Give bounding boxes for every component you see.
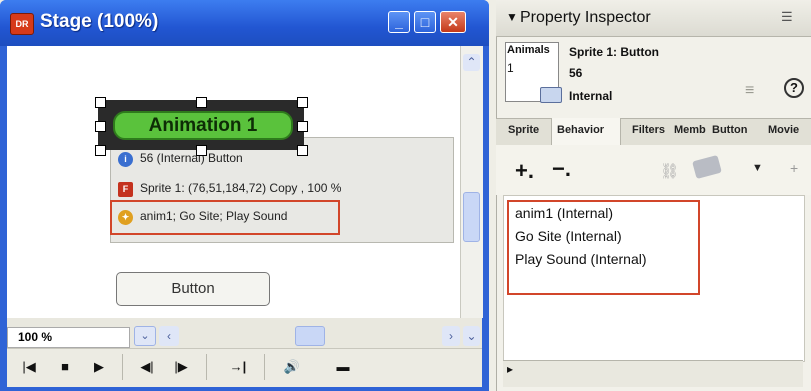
divider	[264, 354, 265, 380]
minimize-button[interactable]: _	[388, 11, 410, 33]
loop-button[interactable]: →|	[224, 356, 252, 378]
dtv-button[interactable]: ▬	[330, 356, 356, 378]
list-view-icon[interactable]: ≡	[745, 82, 754, 100]
resize-handle[interactable]	[95, 121, 106, 132]
play-button[interactable]: ▶	[88, 356, 110, 378]
resize-handle[interactable]	[196, 145, 207, 156]
divider	[122, 354, 123, 380]
inspector-footer	[503, 360, 803, 387]
add-behavior-button[interactable]: +.	[515, 158, 534, 184]
horizontal-scroll-thumb[interactable]	[295, 326, 325, 346]
tab-button[interactable]: Button	[712, 124, 747, 136]
behavior-dropdown-icon[interactable]: ▼	[752, 162, 763, 174]
animation-button[interactable]: Animation 1	[113, 111, 293, 140]
zoom-field[interactable]: 100 %	[7, 327, 130, 348]
expand-arrow-icon[interactable]: ▸	[507, 362, 513, 376]
stop-button[interactable]: ■	[54, 356, 76, 378]
info-icon: i	[118, 152, 133, 167]
volume-button[interactable]: 🔊	[280, 356, 304, 378]
options-menu-icon[interactable]: ☰	[781, 9, 793, 25]
resize-handle[interactable]	[297, 145, 308, 156]
button-sprite[interactable]: Button	[116, 272, 270, 306]
stage-window-title: Stage (100%)	[40, 11, 159, 32]
scroll-left-icon[interactable]: ‹	[159, 326, 179, 346]
list-item[interactable]: anim1 (Internal)	[515, 205, 613, 221]
remove-behavior-button[interactable]: −.	[552, 156, 571, 182]
behavior-toolbar	[496, 145, 811, 195]
step-forward-button[interactable]: |▶	[170, 356, 192, 378]
rewind-button[interactable]: |◀	[18, 356, 40, 378]
scroll-down-icon[interactable]: ⌄	[463, 326, 480, 346]
vertical-scroll-thumb[interactable]	[463, 192, 480, 242]
tab-sprite[interactable]: Sprite	[508, 124, 539, 136]
sprite-info: Sprite 1: (76,51,184,72) Copy , 100 %	[140, 181, 342, 195]
sprite-size-label: 56	[569, 66, 583, 80]
tab-filters[interactable]: Filters	[632, 124, 665, 136]
resize-handle[interactable]	[196, 97, 207, 108]
cast-library-icon	[540, 87, 562, 103]
list-item[interactable]: Go Site (Internal)	[515, 228, 622, 244]
sprite-cast-label: Internal	[569, 89, 613, 103]
zoom-dropdown-icon[interactable]: ⌄	[134, 326, 156, 346]
tab-movie[interactable]: Movie	[768, 124, 799, 136]
resize-handle[interactable]	[297, 121, 308, 132]
maximize-button[interactable]: □	[414, 11, 436, 33]
thumbnail-label: Animals	[507, 44, 550, 56]
close-button[interactable]: ✕	[440, 11, 466, 33]
thumbnail-number: 1	[507, 61, 514, 75]
resize-handle[interactable]	[95, 97, 106, 108]
scroll-right-icon[interactable]: ›	[442, 326, 460, 346]
cast-member-info: 56 (Internal) Button	[140, 151, 243, 165]
stage-vertical-scrollbar[interactable]	[460, 46, 483, 318]
sprite-icon: F	[118, 182, 133, 197]
tab-behavior[interactable]: Behavior	[557, 124, 604, 136]
behavior-highlight-box	[110, 200, 340, 235]
scroll-up-icon[interactable]: ⌃	[463, 54, 480, 71]
director-app-icon: DR	[10, 13, 34, 35]
inspector-title: Property Inspector	[520, 9, 651, 26]
chain-link-icon[interactable]: ⛓	[660, 162, 679, 180]
list-item[interactable]: Play Sound (Internal)	[515, 251, 647, 267]
step-back-button[interactable]: ◀|	[136, 356, 158, 378]
sprite-name-label: Sprite 1: Button	[569, 45, 659, 59]
collapse-triangle-icon[interactable]: ▼	[506, 10, 518, 24]
divider	[206, 354, 207, 380]
resize-handle[interactable]	[297, 97, 308, 108]
tab-member[interactable]: Memb	[674, 124, 706, 136]
plus-icon[interactable]: +	[790, 160, 798, 176]
help-icon[interactable]: ?	[784, 78, 804, 98]
resize-handle[interactable]	[95, 145, 106, 156]
